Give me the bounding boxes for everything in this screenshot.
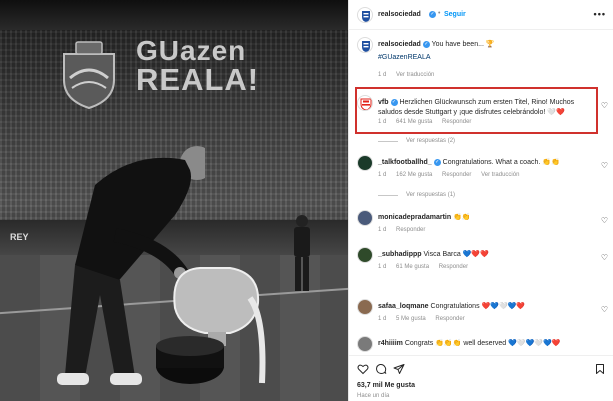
comment-likes[interactable]: 162 Me gusta: [396, 172, 432, 178]
view-replies-button[interactable]: Ver respuestas (1): [378, 192, 455, 198]
realsociedad-logo-icon: [362, 41, 370, 52]
view-replies-label: Ver respuestas (2): [406, 138, 456, 144]
post-likes-count[interactable]: 63,7 mil Me gusta: [357, 382, 415, 389]
instagram-post-view: GUazen REALA! REY realsociedad ✓ • Segui…: [0, 0, 613, 401]
comment-username[interactable]: _subhadippp: [378, 251, 422, 258]
like-comment-heart-icon[interactable]: ♡: [601, 216, 608, 225]
trophy-icon: [156, 267, 266, 384]
like-heart-icon[interactable]: [357, 363, 369, 375]
comment-icon[interactable]: [375, 363, 387, 375]
comment-time[interactable]: 1 d: [378, 264, 386, 270]
save-bookmark-icon[interactable]: [594, 363, 606, 375]
post-photo[interactable]: GUazen REALA! REY: [0, 0, 348, 401]
separator-dot: •: [438, 10, 441, 17]
like-comment-heart-icon[interactable]: ♡: [601, 305, 608, 314]
comment-item: _talkfootballhd_ ✓ Congratulations. What …: [349, 155, 613, 181]
comment-body: Visca Barca: [423, 251, 461, 258]
like-comment-heart-icon[interactable]: ♡: [601, 253, 608, 262]
view-replies-label: Ver respuestas (1): [406, 192, 456, 198]
post-sidebar: realsociedad ✓ • Seguir ••• realsociedad…: [348, 0, 613, 401]
comment-meta: 1 d Responder: [378, 227, 433, 233]
replies-line: [378, 194, 398, 196]
verified-badge-icon: ✓: [429, 11, 436, 18]
comment-emoji: ❤️💙🤍💙❤️: [481, 303, 526, 310]
banner-line2: REALA!: [136, 62, 260, 97]
replies-line: [378, 140, 398, 142]
comment-text: r4hiiiim Congrats 👏👏👏 well deserved 💙🤍💙🤍…: [378, 339, 596, 349]
hashtag-link[interactable]: #GUazenREALA: [378, 54, 431, 61]
like-comment-heart-icon[interactable]: ♡: [601, 161, 608, 170]
comment-username[interactable]: r4hiiiim: [378, 340, 403, 347]
caption-text: realsociedad ✓ You have been... 🏆 #GUazen…: [378, 40, 596, 62]
comment-item: _subhadippp Visca Barca 💙❤️❤️ 1 d 61 Me …: [349, 247, 613, 273]
comment-item: monicadepradamartin 👏👏 1 d Responder ♡: [349, 210, 613, 236]
caption-username[interactable]: realsociedad: [378, 41, 421, 48]
avatar[interactable]: [357, 155, 373, 171]
background-person: [294, 215, 310, 291]
like-comment-heart-icon[interactable]: ♡: [601, 101, 608, 110]
comment-text: _subhadippp Visca Barca 💙❤️❤️: [378, 250, 596, 260]
comment-emoji: 👏👏: [453, 214, 471, 221]
avatar[interactable]: [357, 336, 373, 352]
stadium-banner: GUazen REALA!: [136, 36, 260, 97]
reply-button[interactable]: Responder: [396, 227, 425, 233]
board-text: REY: [10, 232, 29, 242]
comment-emoji: 💙❤️❤️: [462, 251, 489, 258]
avatar[interactable]: [357, 210, 373, 226]
caption-time[interactable]: 1 d: [378, 72, 386, 78]
comment-body: Congratulations: [430, 303, 480, 310]
comment-time[interactable]: 1 d: [378, 316, 386, 322]
view-replies-button[interactable]: Ver respuestas (2): [378, 138, 455, 144]
comment-time[interactable]: 1 d: [378, 172, 386, 178]
verified-badge-icon: ✓: [433, 158, 441, 166]
post-header: realsociedad ✓ • Seguir •••: [349, 0, 613, 30]
share-icon[interactable]: [393, 363, 405, 375]
header-username[interactable]: realsociedad: [378, 11, 421, 18]
caption-emoji: 🏆: [485, 41, 495, 48]
highlight-box: [355, 87, 598, 134]
comment-emoji-2: 💙🤍💙🤍💙❤️: [508, 340, 561, 347]
comment-body-2: well deserved: [463, 340, 507, 347]
follow-button[interactable]: Seguir: [444, 11, 466, 18]
comment-text: monicadepradamartin 👏👏: [378, 213, 596, 223]
comment-likes[interactable]: 61 Me gusta: [396, 264, 429, 270]
stadium-roof: [0, 0, 348, 30]
comment-username[interactable]: safaa_loqmane: [378, 303, 429, 310]
caption-meta: 1 d Ver traducción: [378, 72, 442, 78]
avatar[interactable]: [357, 299, 373, 315]
comment-body: Congratulations. What a coach.: [442, 159, 541, 166]
translate-link[interactable]: Ver traducción: [396, 72, 434, 78]
avatar[interactable]: [357, 247, 373, 263]
comment-username[interactable]: monicadepradamartin: [378, 214, 451, 221]
comment-emoji: 👏👏👏: [435, 340, 462, 347]
post-time-ago: Hace un día: [357, 393, 390, 399]
realsociedad-logo-icon: [362, 11, 370, 22]
translate-link[interactable]: Ver traducción: [481, 172, 519, 178]
reply-button[interactable]: Responder: [435, 316, 464, 322]
avatar[interactable]: [357, 7, 373, 23]
comment-body: Congrats: [404, 340, 434, 347]
more-options-icon[interactable]: •••: [594, 9, 606, 19]
club-crest-icon: [63, 41, 115, 110]
comment-time[interactable]: 1 d: [378, 227, 386, 233]
verified-badge-icon: ✓: [422, 40, 430, 48]
comment-text: safaa_loqmane Congratulations ❤️💙🤍💙❤️: [378, 302, 596, 312]
comment-item: r4hiiiim Congrats 👏👏👏 well deserved 💙🤍💙🤍…: [349, 336, 613, 354]
comment-username[interactable]: _talkfootballhd_: [378, 159, 432, 166]
comment-likes[interactable]: 5 Me gusta: [396, 316, 426, 322]
comment-emoji: 👏👏: [542, 159, 560, 166]
comment-meta: 1 d 5 Me gusta Responder: [378, 316, 473, 322]
comment-meta: 1 d 162 Me gusta Responder Ver traducció…: [378, 172, 527, 178]
post-actions-bar: 63,7 mil Me gusta Hace un día: [349, 355, 613, 401]
avatar[interactable]: [357, 37, 373, 53]
caption-body: You have been...: [431, 41, 484, 48]
comment-text: _talkfootballhd_ ✓ Congratulations. What …: [378, 158, 596, 168]
reply-button[interactable]: Responder: [442, 172, 471, 178]
caption: realsociedad ✓ You have been... 🏆 #GUazen…: [349, 37, 613, 85]
reply-button[interactable]: Responder: [439, 264, 468, 270]
comment-item: safaa_loqmane Congratulations ❤️💙🤍💙❤️ 1 …: [349, 299, 613, 325]
comment-meta: 1 d 61 Me gusta Responder: [378, 264, 476, 270]
